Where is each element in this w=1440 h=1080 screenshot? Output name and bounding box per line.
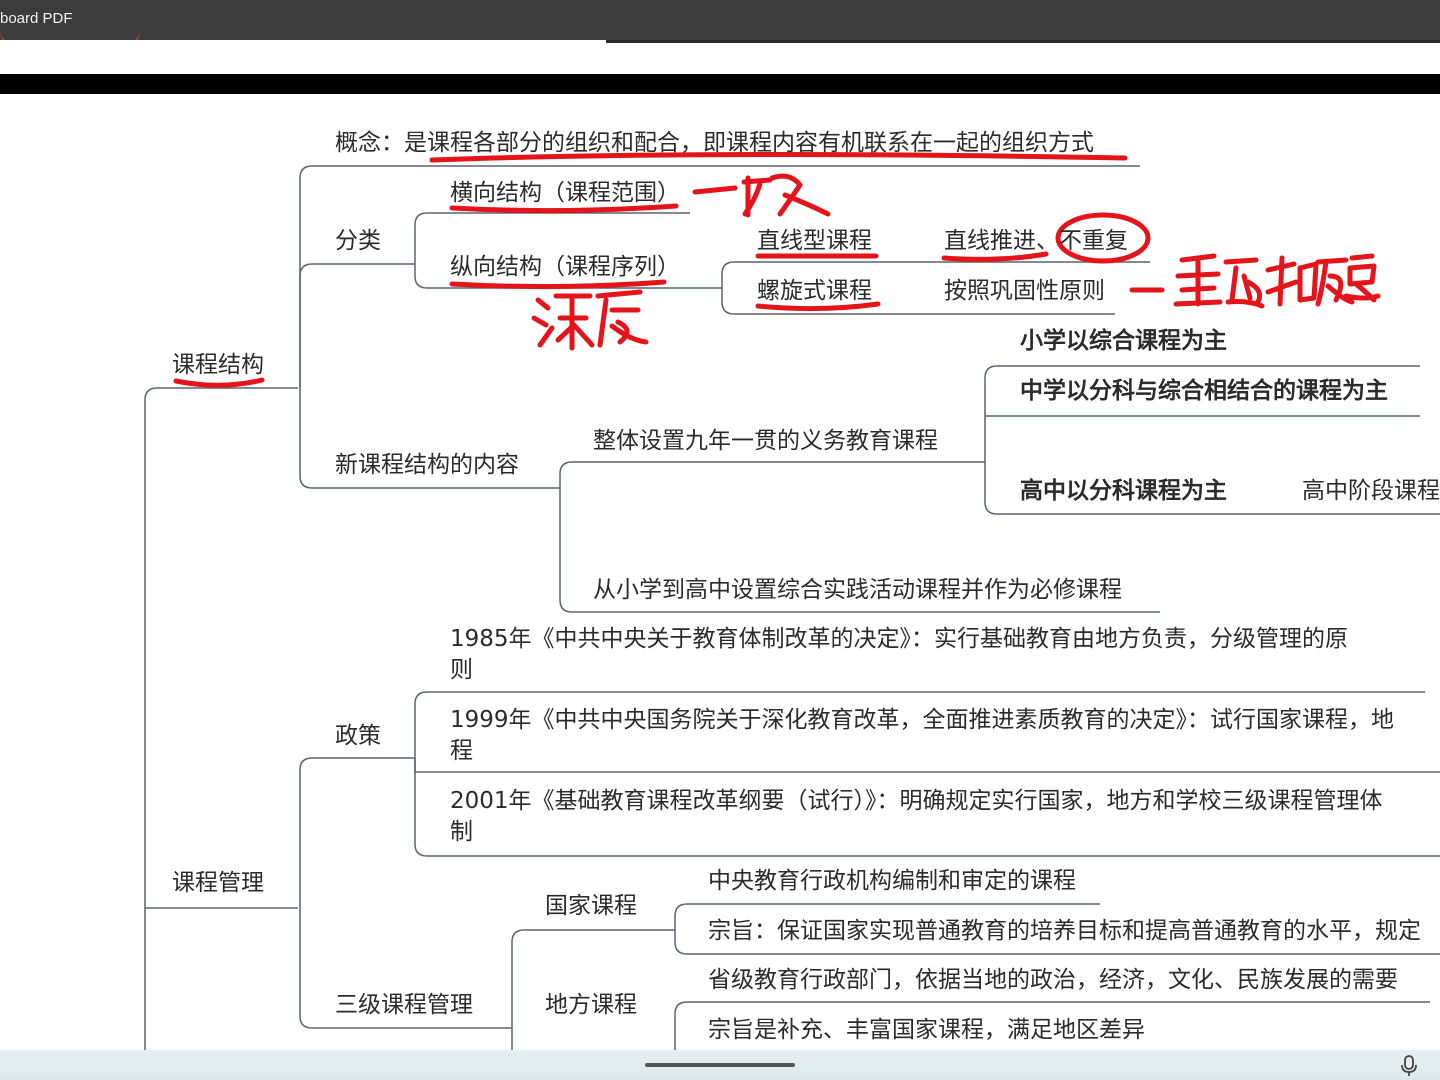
middle-node[interactable]: 中学以分科与综合相结合的课程为主 bbox=[1020, 376, 1388, 406]
policy-1985-cont: 则 bbox=[450, 657, 473, 683]
local-desc-1[interactable]: 省级教育行政部门，依据当地的政治，经济，文化、民族发展的需要 bbox=[708, 965, 1398, 995]
mindmap-connectors bbox=[144, 151, 1440, 1050]
classify-node[interactable]: 分类 bbox=[335, 226, 381, 256]
bottom-bar bbox=[0, 1050, 1440, 1080]
linear-desc-node[interactable]: 直线推进、不重复 bbox=[944, 226, 1128, 256]
vertical-structure-node[interactable]: 纵向结构（课程序列） bbox=[450, 252, 680, 282]
three-level-node[interactable]: 三级课程管理 bbox=[335, 990, 473, 1020]
national-desc-1[interactable]: 中央教育行政机构编制和审定的课程 bbox=[708, 866, 1076, 896]
high-desc-node[interactable]: 高中阶段课程 bbox=[1302, 476, 1440, 506]
new-structure-node[interactable]: 新课程结构的内容 bbox=[335, 450, 519, 480]
policy-2001-node[interactable]: 2001年《基础教育课程改革纲要（试行）》：明确规定实行国家，地方和学校三级课程… bbox=[450, 786, 1383, 816]
national-desc-2[interactable]: 宗旨：保证国家实现普通教育的培养目标和提高普通教育的水平，规定 bbox=[708, 916, 1421, 946]
microphone-icon[interactable] bbox=[1398, 1054, 1420, 1078]
linear-course-node[interactable]: 直线型课程 bbox=[757, 226, 872, 256]
policy-node[interactable]: 政策 bbox=[335, 721, 381, 751]
primary-node[interactable]: 小学以综合课程为主 bbox=[1020, 326, 1227, 356]
local-desc-2[interactable]: 宗旨是补充、丰富国家课程，满足地区差异 bbox=[708, 1015, 1145, 1045]
policy-1985-node[interactable]: 1985年《中共中央关于教育体制改革的决定》：实行基础教育由地方负责，分级管理的… bbox=[450, 624, 1348, 654]
nine-year-node[interactable]: 整体设置九年一贯的义务教育课程 bbox=[593, 426, 938, 456]
mindmap-canvas[interactable]: 概念：是课程各部分的组织和配合，即课程内容有机联系在一起的组织方式 分类 横向结… bbox=[0, 94, 1440, 1050]
title-bar: board PDF bbox=[0, 0, 1440, 50]
policy-1999-cont: 程 bbox=[450, 738, 473, 764]
concept-node[interactable]: 概念：是课程各部分的组织和配合，即课程内容有机联系在一起的组织方式 bbox=[335, 128, 1094, 158]
toolbar-divider bbox=[606, 40, 1440, 43]
home-indicator[interactable] bbox=[645, 1063, 795, 1067]
horizontal-structure-node[interactable]: 横向结构（课程范围） bbox=[450, 178, 680, 208]
course-management-root[interactable]: 课程管理 bbox=[172, 868, 264, 898]
local-course-node[interactable]: 地方课程 bbox=[545, 990, 637, 1020]
spiral-desc-node[interactable]: 按照巩固性原则 bbox=[944, 276, 1105, 306]
course-structure-root[interactable]: 课程结构 bbox=[172, 350, 264, 380]
practice-node[interactable]: 从小学到高中设置综合实践活动课程并作为必修课程 bbox=[593, 575, 1122, 605]
policy-1999-node[interactable]: 1999年《中共中央国务院关于深化教育改革，全面推进素质教育的决定》：试行国家课… bbox=[450, 705, 1394, 735]
window-title: board PDF bbox=[0, 10, 73, 27]
high-node[interactable]: 高中以分科课程为主 bbox=[1020, 476, 1227, 506]
viewer-top-border bbox=[0, 74, 1440, 94]
national-course-node[interactable]: 国家课程 bbox=[545, 891, 637, 921]
policy-2001-cont: 制 bbox=[450, 819, 473, 845]
spiral-course-node[interactable]: 螺旋式课程 bbox=[757, 276, 872, 306]
toolbar-strip bbox=[0, 40, 1440, 74]
